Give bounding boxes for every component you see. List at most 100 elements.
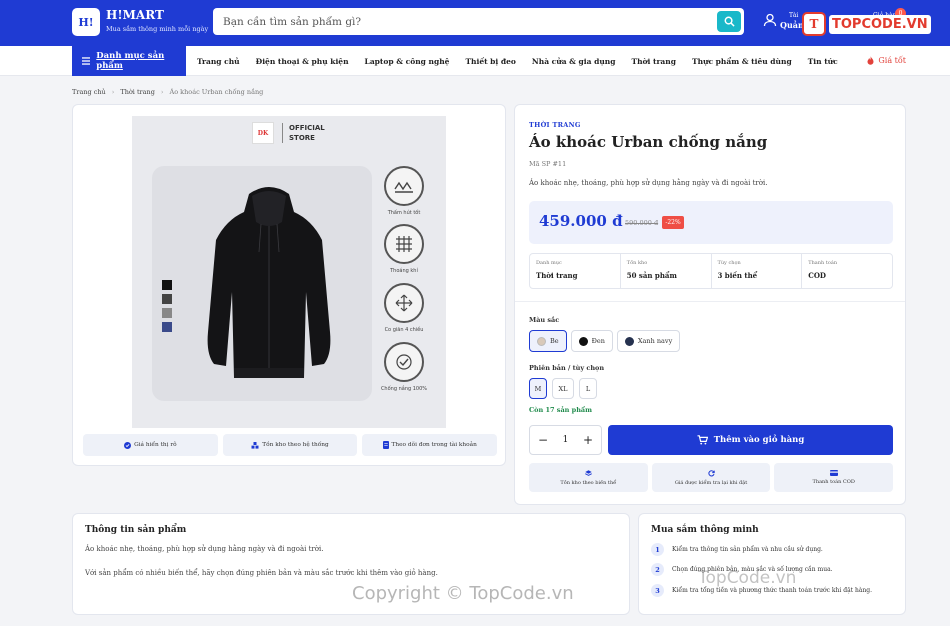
size-option-xl[interactable]: XL [552, 378, 574, 399]
price-box: 459.000 đ 590.000 đ -22% [529, 201, 893, 244]
size-option-m[interactable]: M [529, 378, 547, 399]
stretch-arrows-icon [384, 283, 424, 323]
badge-order-tracking: Theo dõi đơn trong tài khoản [362, 434, 498, 456]
stat-stock: Tồn kho 50 sản phẩm [621, 254, 712, 288]
breadcrumb-category[interactable]: Thời trang [120, 88, 155, 96]
color-option-navy[interactable]: Xanh navy [616, 330, 681, 352]
color-dot [537, 336, 546, 346]
account-link[interactable]: Quản [780, 20, 804, 30]
nav-link-home[interactable]: Trang chủ [197, 57, 240, 66]
stat-value: COD [808, 271, 826, 280]
breadcrumb-home[interactable]: Trang chủ [72, 88, 106, 96]
add-to-cart-label: Thêm vào giỏ hàng [713, 435, 805, 445]
perk-label: Thanh toán COD [812, 479, 855, 485]
color-dot [624, 336, 634, 346]
tips-title: Mua sắm thông minh [651, 525, 759, 535]
nav-link-wearables[interactable]: Thiết bị đeo [465, 57, 515, 66]
stat-label: Danh mục [536, 260, 562, 266]
badge-clear-price: Giá hiển thị rõ [83, 434, 218, 456]
nav-link-home-appliances[interactable]: Nhà cửa & gia dụng [532, 57, 616, 66]
shield-icon [384, 342, 424, 382]
receipt-icon [382, 441, 389, 449]
breadcrumb-separator: › [160, 88, 164, 96]
perk-stock-by-variant: Tồn kho theo biến thể [529, 463, 648, 492]
product-short-description: Áo khoác nhẹ, thoáng, phù hợp sử dụng hằ… [529, 179, 768, 187]
tip-item: 1 Kiểm tra thông tin sản phẩm và nhu cầu… [651, 543, 823, 556]
stat-value: Thời trang [536, 271, 578, 280]
official-store-text: OFFICIAL STORE [282, 123, 325, 143]
swatch-black [162, 280, 172, 290]
deal-link[interactable]: Giá tốt [867, 56, 906, 65]
image-badges: Giá hiển thị rõ Tồn kho theo hệ thống Th… [83, 434, 498, 456]
feature-label: Thoáng khí [390, 268, 418, 274]
tip-number: 2 [651, 563, 664, 576]
breadcrumb-separator: › [111, 88, 115, 96]
badge-label: Theo dõi đơn trong tài khoản [391, 442, 477, 448]
copyright-watermark: Copyright © TopCode.vn [352, 583, 574, 604]
header: H! H!MART Mua sắm thông minh mỗi ngày Tà… [0, 0, 950, 46]
account-label: Tài [789, 12, 799, 19]
brand-name[interactable]: H!MART [106, 8, 164, 22]
logo[interactable]: H! [72, 8, 100, 36]
color-name: Be [550, 337, 559, 345]
quantity-increase-button[interactable]: + [582, 432, 594, 448]
quantity-stepper: − 1 + [529, 425, 602, 455]
stock-status: Còn 17 sản phẩm [529, 406, 593, 414]
color-name: Xanh navy [637, 337, 673, 345]
size-option-l[interactable]: L [579, 378, 597, 399]
feature-label: Thấm hút tốt [387, 210, 421, 216]
feature-stretch: Co giãn 4 chiều [384, 283, 424, 333]
nav-link-laptops[interactable]: Laptop & công nghệ [365, 57, 450, 66]
feature-label: Co giãn 4 chiều [384, 327, 424, 333]
watermark-logo: T TOPCODE.VN [802, 10, 931, 38]
mesh-icon [384, 224, 424, 264]
product-info-card: THỜI TRANG Áo khoác Urban chống nắng Mã … [514, 104, 906, 505]
category-menu-button[interactable]: Danh mục sản phẩm [72, 46, 186, 76]
stat-payment: Thanh toán COD [802, 254, 892, 288]
swatch-dark-gray [162, 294, 172, 304]
category-menu-label: Danh mục sản phẩm [96, 51, 165, 71]
watermark-logo-text: TOPCODE.VN [829, 14, 931, 34]
color-dot [578, 336, 588, 346]
tip-number: 1 [651, 543, 664, 556]
user-icon[interactable] [763, 13, 777, 27]
nav-link-news[interactable]: Tin tức [808, 57, 838, 66]
tip-text: Kiểm tra tổng tiền và phương thức thanh … [672, 587, 873, 594]
watermark-text: TopCode.vn [698, 568, 797, 588]
product-category[interactable]: THỜI TRANG [529, 121, 581, 129]
nav-link-food[interactable]: Thực phẩm & tiêu dùng [692, 57, 792, 66]
quantity-decrease-button[interactable]: − [537, 432, 549, 448]
purchase-perks: Tồn kho theo biến thể Giá được kiểm tra … [529, 463, 894, 492]
feature-uv: Chống nắng 100% [381, 342, 427, 392]
product-image-card: DK OFFICIAL STORE Thấm hút tốt Thoáng kh… [72, 104, 506, 466]
badge-label: Tồn kho theo hệ thống [262, 442, 329, 448]
quantity-value[interactable]: 1 [563, 435, 569, 445]
search-button[interactable] [717, 11, 741, 32]
description-paragraph: Áo khoác nhẹ, thoáng, phù hợp sử dụng hằ… [85, 545, 324, 553]
color-option-black[interactable]: Đen [570, 330, 613, 352]
stat-label: Tồn kho [626, 260, 648, 266]
product-image[interactable]: DK OFFICIAL STORE Thấm hút tốt Thoáng kh… [132, 116, 446, 428]
badge-label: Giá hiển thị rõ [134, 442, 177, 448]
nav-link-phones[interactable]: Điện thoại & phụ kiện [256, 57, 349, 66]
breadcrumb-current: Áo khoác Urban chống nắng [169, 88, 264, 96]
stat-label: Tùy chọn [717, 260, 741, 266]
deal-label: Giá tốt [878, 56, 906, 65]
product-sku: Mã SP #11 [529, 160, 567, 168]
perk-label: Tồn kho theo biến thể [560, 479, 617, 486]
divider [515, 301, 905, 302]
product-stats: Danh mục Thời trang Tồn kho 50 sản phẩm … [529, 253, 893, 289]
color-option-be[interactable]: Be [529, 330, 567, 352]
description-title: Thông tin sản phẩm [85, 525, 187, 535]
watermark-badge-icon: T [802, 12, 826, 36]
tip-number: 3 [651, 584, 664, 597]
fire-icon [867, 56, 874, 65]
add-to-cart-button[interactable]: Thêm vào giỏ hàng [608, 425, 893, 455]
perk-price-check: Giá được kiểm tra lại khi đặt [651, 463, 771, 492]
nav-link-fashion[interactable]: Thời trang [632, 57, 676, 66]
check-circle-icon [124, 441, 132, 449]
badge-stock-system: Tồn kho theo hệ thống [222, 434, 358, 456]
perk-label: Giá được kiểm tra lại khi đặt [674, 479, 748, 486]
search-input[interactable] [223, 8, 713, 35]
stat-label: Thanh toán [808, 260, 838, 266]
